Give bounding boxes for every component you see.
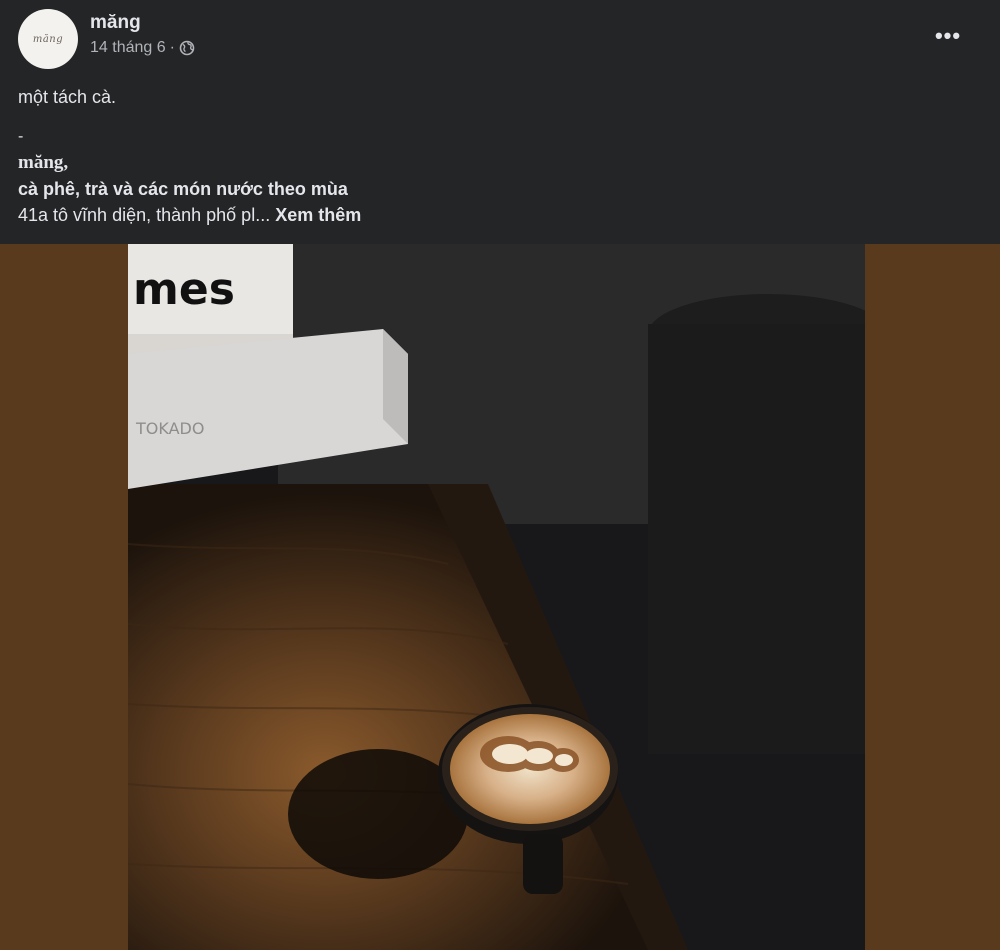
- more-horizontal-icon: •••: [934, 23, 962, 48]
- post-header: măng măng 14 tháng 6 · ••• một tách cà. …: [0, 0, 1000, 244]
- post-date[interactable]: 14 tháng 6: [90, 39, 166, 57]
- post-text: một tách cà. - măng, cà phê, trà và các …: [18, 84, 978, 228]
- more-options-button[interactable]: •••: [922, 18, 974, 54]
- avatar-logo-text: măng: [32, 33, 64, 45]
- post-text-address-line: 41a tô vĩnh diện, thành phố pl... Xem th…: [18, 202, 978, 228]
- post-text-brand: măng,: [18, 152, 69, 173]
- post-text-address: 41a tô vĩnh diện, thành phố pl...: [18, 205, 271, 225]
- post-meta: 14 tháng 6 ·: [90, 39, 195, 57]
- post-photo[interactable]: mes TOKADO: [128, 244, 865, 950]
- box-text: TOKADO: [135, 419, 204, 438]
- post-text-line1: một tách cà.: [18, 87, 117, 107]
- globe-icon[interactable]: [179, 40, 195, 56]
- see-more-link[interactable]: Xem thêm: [275, 205, 361, 225]
- post-photo-frame: mes TOKADO: [0, 244, 1000, 950]
- meta-separator: ·: [169, 39, 175, 56]
- author-name[interactable]: măng: [90, 12, 141, 34]
- post-text-dash: -: [18, 128, 24, 145]
- coffee-latte-photo: mes TOKADO: [128, 244, 865, 950]
- sign-text: mes: [133, 264, 235, 315]
- post-text-spacer: [18, 110, 978, 124]
- page-avatar[interactable]: măng: [18, 9, 78, 69]
- post-text-tagline: cà phê, trà và các món nước theo mùa: [18, 179, 348, 199]
